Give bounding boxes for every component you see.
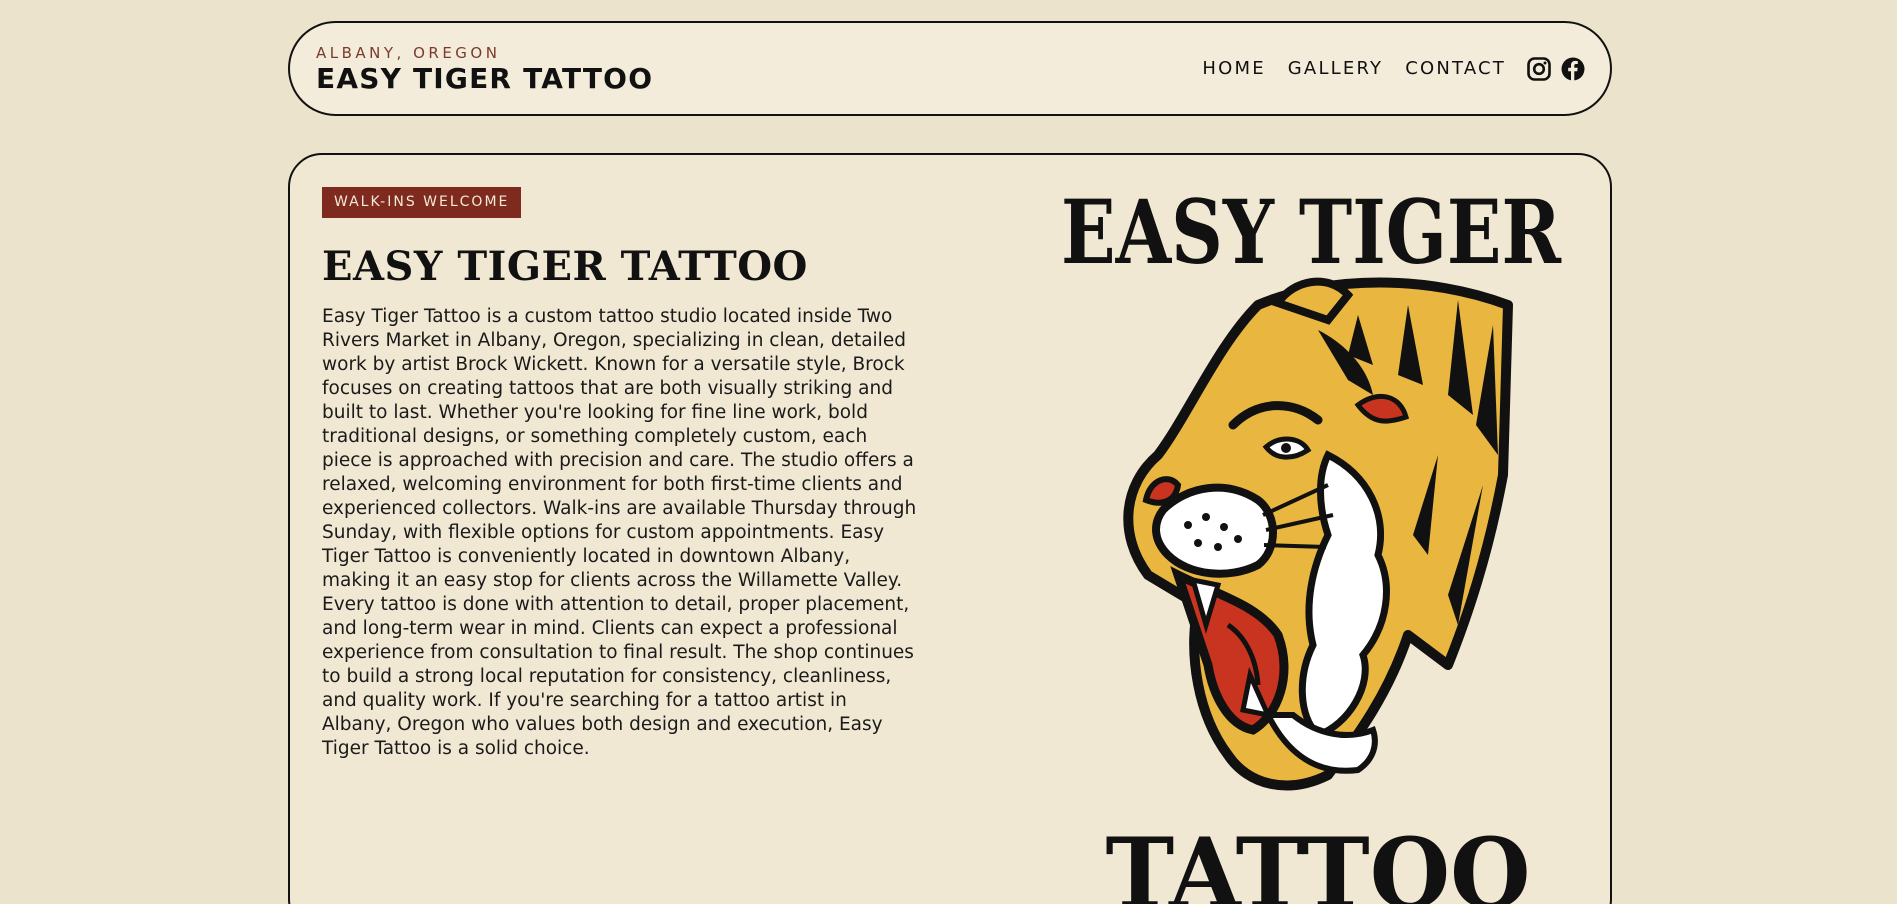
- instagram-icon[interactable]: [1526, 56, 1552, 82]
- main-nav: HOME GALLERY CONTACT: [1202, 56, 1586, 82]
- walk-ins-badge: WALK-INS WELCOME: [322, 187, 522, 218]
- brand-location: ALBANY, OREGON: [316, 43, 501, 62]
- logo-bottom-word: TATTOO: [1106, 817, 1531, 904]
- hero-title: EASY TIGER TATTOO: [322, 243, 808, 290]
- brand[interactable]: ALBANY, OREGON EASY TIGER TATTOO: [316, 42, 653, 96]
- hero-card: WALK-INS WELCOME EASY TIGER TATTOO Easy …: [288, 153, 1612, 904]
- social-links: [1526, 56, 1586, 82]
- tiger-logo-illustration: EASY TIGER TATTOO: [1028, 155, 1588, 904]
- tiger-head-icon: [1123, 277, 1513, 791]
- nav-gallery-link[interactable]: GALLERY: [1288, 58, 1383, 79]
- hero-description: Easy Tiger Tattoo is a custom tattoo stu…: [322, 306, 917, 759]
- facebook-icon[interactable]: [1560, 56, 1586, 82]
- site-header: ALBANY, OREGON EASY TIGER TATTOO HOME GA…: [288, 21, 1612, 116]
- logo-top-word: EASY TIGER: [1061, 180, 1562, 284]
- brand-name[interactable]: EASY TIGER TATTOO: [316, 62, 653, 96]
- page: ALBANY, OREGON EASY TIGER TATTOO HOME GA…: [0, 0, 1897, 904]
- nav-contact-link[interactable]: CONTACT: [1405, 58, 1506, 79]
- nav-home-link[interactable]: HOME: [1202, 58, 1265, 79]
